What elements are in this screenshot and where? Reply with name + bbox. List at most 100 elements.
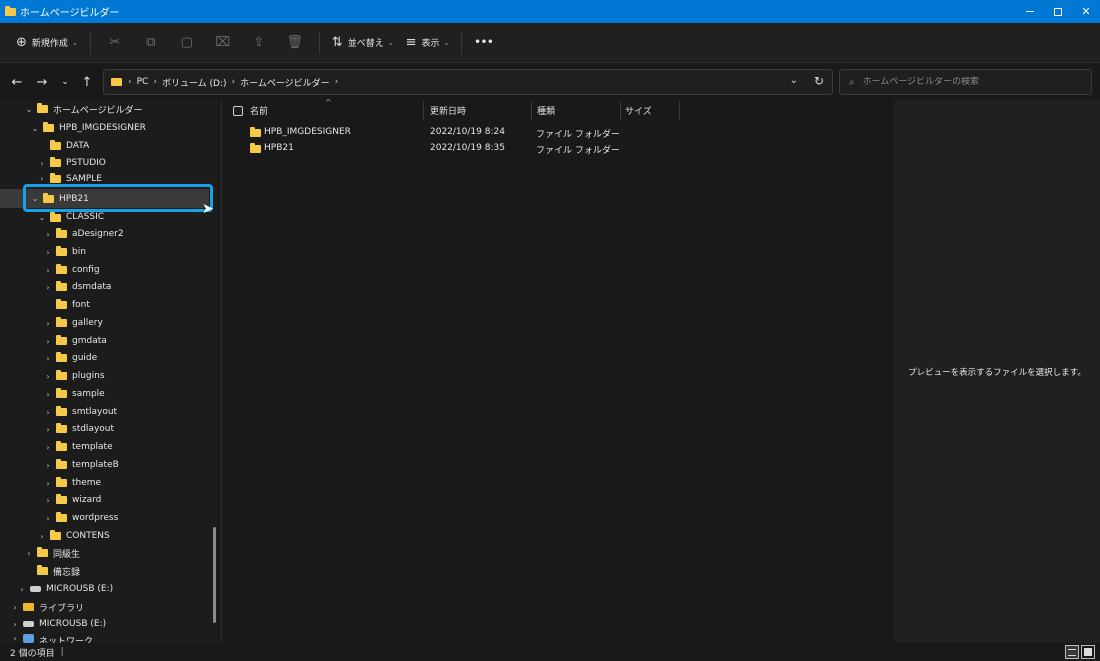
close-button[interactable]: ✕ <box>1072 0 1100 23</box>
chevron-down-icon: ⌄ <box>443 38 450 47</box>
chevron-right-icon[interactable]: › <box>10 620 20 629</box>
chevron-right-icon[interactable]: › <box>43 319 53 328</box>
column-divider[interactable] <box>620 101 621 121</box>
recent-locations-button[interactable]: ⌄ <box>56 73 74 91</box>
tree-item-templateb[interactable]: › templateB <box>43 456 119 474</box>
tree-item-data[interactable]: DATA <box>37 137 89 155</box>
chevron-right-icon[interactable]: › <box>24 549 34 558</box>
tree-item-microusb-e-root[interactable]: › MICROUSB (E:) <box>10 615 106 633</box>
minimize-button[interactable] <box>1016 0 1044 23</box>
tree-item-plugins[interactable]: › plugins <box>43 367 105 385</box>
tree-item-theme[interactable]: › theme <box>43 474 101 492</box>
copy-button[interactable]: ⧉ <box>133 29 169 57</box>
chevron-right-icon[interactable]: › <box>43 283 53 292</box>
view-button[interactable]: ≡ 表示 ⌄ <box>400 29 456 57</box>
tree-item-homepage-builder[interactable]: ⌄ ホームページビルダー <box>24 100 143 118</box>
chevron-right-icon[interactable]: › <box>232 77 236 87</box>
large-icons-view-button[interactable] <box>1081 645 1095 659</box>
tree-item-wordpress[interactable]: › wordpress <box>43 509 118 527</box>
delete-button[interactable]: 🗑 <box>277 29 313 57</box>
paste-button[interactable]: ▢ <box>169 29 205 57</box>
search-input[interactable] <box>862 77 1083 87</box>
column-divider[interactable] <box>423 101 424 121</box>
chevron-right-icon[interactable]: › <box>43 337 53 346</box>
cut-button[interactable]: ✂ <box>97 29 133 57</box>
chevron-right-icon[interactable]: › <box>43 496 53 505</box>
chevron-right-icon[interactable]: › <box>43 479 53 488</box>
breadcrumb-homepage-builder[interactable]: ホームページビルダー <box>240 76 330 89</box>
nav-scrollbar[interactable] <box>213 527 216 623</box>
chevron-right-icon[interactable]: › <box>43 230 53 239</box>
chevron-right-icon[interactable]: › <box>43 248 53 257</box>
tree-item-microusb-e[interactable]: › MICROUSB (E:) <box>17 580 113 598</box>
chevron-right-icon[interactable]: › <box>10 603 20 612</box>
maximize-button[interactable] <box>1044 0 1072 23</box>
breadcrumb-volume-d[interactable]: ボリューム (D:) <box>162 76 227 89</box>
column-header-type[interactable]: 種類 <box>537 100 555 121</box>
select-all-checkbox[interactable] <box>233 106 243 116</box>
chevron-down-icon[interactable]: ⌄ <box>30 124 40 133</box>
tree-item-bibouroku[interactable]: 備忘録 <box>24 562 80 580</box>
address-bar[interactable]: › PC › ボリューム (D:) › ホームページビルダー › ⌄ ↻ <box>103 69 833 95</box>
tree-item-library[interactable]: › ライブラリ <box>10 598 84 616</box>
tree-item-dsmdata[interactable]: › dsmdata <box>43 278 111 296</box>
chevron-right-icon[interactable]: › <box>37 174 47 183</box>
breadcrumb-pc[interactable]: PC <box>137 77 149 87</box>
tree-item-hpb-imgdesigner[interactable]: ⌄ HPB_IMGDESIGNER <box>30 119 146 137</box>
tree-item-pstudio[interactable]: › PSTUDIO <box>37 154 106 172</box>
back-button[interactable]: ← <box>8 73 26 91</box>
new-button[interactable]: ⊕ 新規作成 ⌄ <box>10 29 84 57</box>
share-button[interactable]: ⇪ <box>241 29 277 57</box>
chevron-right-icon[interactable]: › <box>43 514 53 523</box>
tree-item-bin[interactable]: › bin <box>43 243 86 261</box>
tree-item-contens[interactable]: › CONTENS <box>37 527 110 545</box>
tree-item-adesigner2[interactable]: › aDesigner2 <box>43 225 124 243</box>
more-options-button[interactable]: ••• <box>468 29 499 57</box>
tree-item-wizard[interactable]: › wizard <box>43 491 101 509</box>
chevron-right-icon[interactable]: › <box>43 266 53 275</box>
search-box[interactable]: ⌕ <box>839 69 1092 95</box>
forward-button[interactable]: → <box>33 73 51 91</box>
chevron-right-icon[interactable]: › <box>43 461 53 470</box>
tree-item-network[interactable]: › ネットワーク <box>10 634 93 643</box>
tree-item-doukyuusei[interactable]: › 同級生 <box>24 544 80 562</box>
tree-item-smtlayout[interactable]: › smtlayout <box>43 403 117 421</box>
column-header-name[interactable]: 名前 <box>250 100 268 121</box>
tree-item-sample[interactable]: › SAMPLE <box>37 172 102 184</box>
tree-item-classic[interactable]: ⌄ CLASSIC <box>37 212 104 222</box>
chevron-right-icon[interactable]: › <box>153 77 157 87</box>
file-row-hpb21[interactable]: HPB21 2022/10/19 8:35 ファイル フォルダー <box>222 141 894 157</box>
sort-button[interactable]: ⇅ 並べ替え ⌄ <box>326 29 400 57</box>
chevron-right-icon[interactable]: › <box>43 372 53 381</box>
chevron-right-icon[interactable]: › <box>43 408 53 417</box>
chevron-right-icon[interactable]: › <box>335 77 339 87</box>
tree-item-stdlayout[interactable]: › stdlayout <box>43 420 114 438</box>
column-divider[interactable] <box>531 101 532 121</box>
column-header-modified[interactable]: 更新日時 <box>430 100 466 121</box>
tree-item-template[interactable]: › template <box>43 438 113 456</box>
chevron-right-icon[interactable]: › <box>17 585 27 594</box>
chevron-right-icon[interactable]: › <box>37 159 47 168</box>
file-row-hpb-imgdesigner[interactable]: HPB_IMGDESIGNER 2022/10/19 8:24 ファイル フォル… <box>222 125 894 141</box>
column-divider[interactable] <box>679 101 680 121</box>
chevron-right-icon[interactable]: › <box>10 634 20 643</box>
tree-item-gmdata[interactable]: › gmdata <box>43 332 107 350</box>
rename-button[interactable]: ⌧ <box>205 29 241 57</box>
up-button[interactable]: ↑ <box>78 73 96 91</box>
tree-item-config[interactable]: › config <box>43 261 100 279</box>
chevron-right-icon[interactable]: › <box>43 443 53 452</box>
details-view-button[interactable] <box>1065 645 1079 659</box>
tree-item-font[interactable]: font <box>43 296 90 314</box>
column-header-size[interactable]: サイズ <box>625 100 652 121</box>
tree-item-sample-lower[interactable]: › sample <box>43 385 105 403</box>
chevron-down-icon[interactable]: ⌄ <box>24 105 34 114</box>
refresh-icon[interactable]: ↻ <box>814 74 824 88</box>
tree-item-gallery[interactable]: › gallery <box>43 314 103 332</box>
chevron-right-icon[interactable]: › <box>43 354 53 363</box>
chevron-right-icon[interactable]: › <box>43 425 53 434</box>
tree-item-guide[interactable]: › guide <box>43 349 97 367</box>
chevron-right-icon[interactable]: › <box>43 390 53 399</box>
address-history-dropdown[interactable]: ⌄ <box>790 75 798 86</box>
chevron-right-icon[interactable]: › <box>37 532 47 541</box>
chevron-down-icon[interactable]: ⌄ <box>37 213 47 222</box>
